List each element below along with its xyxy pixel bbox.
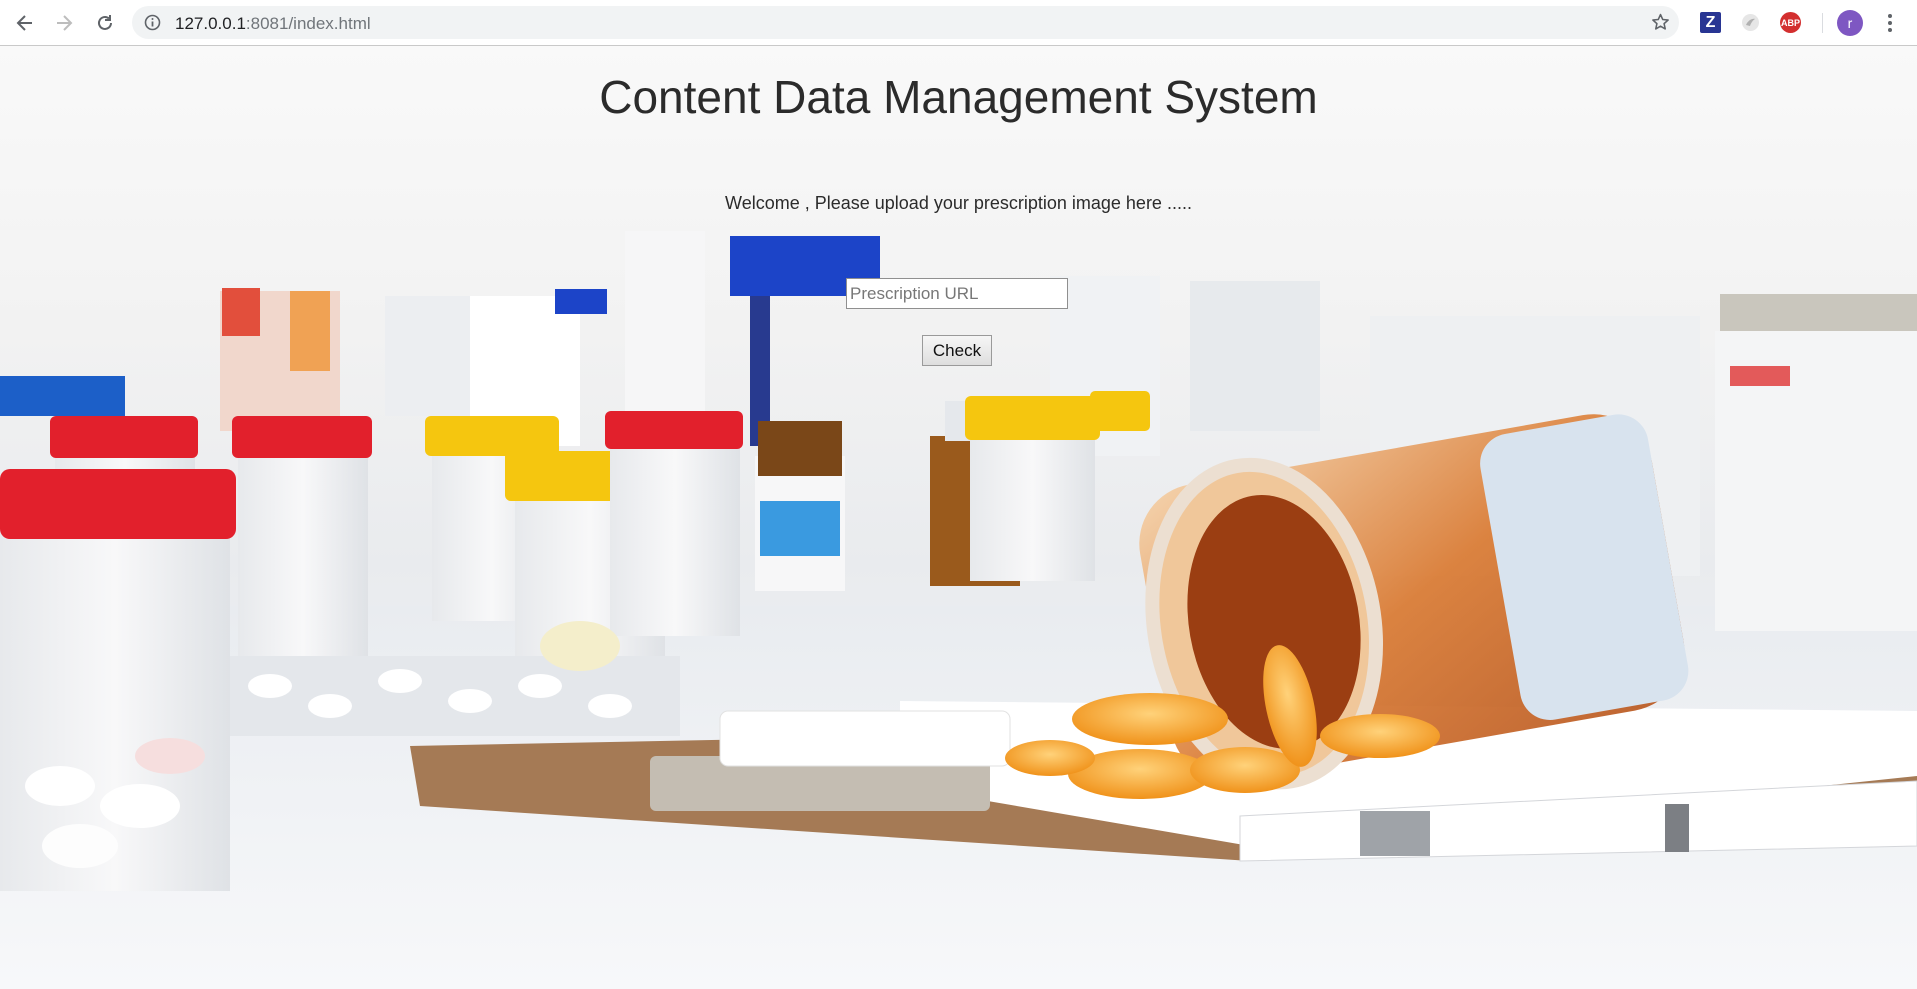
- url-path: :8081/index.html: [245, 14, 371, 33]
- page-content: Content Data Management System Welcome ,…: [0, 46, 1917, 989]
- back-arrow-icon[interactable]: [10, 8, 40, 38]
- toolbar-divider: [1822, 13, 1823, 33]
- address-bar[interactable]: 127.0.0.1:8081/index.html: [132, 6, 1679, 39]
- more-menu-icon[interactable]: [1882, 10, 1898, 36]
- zotero-extension-icon[interactable]: Z: [1700, 12, 1721, 33]
- browser-toolbar: 127.0.0.1:8081/index.html Z ABP r: [0, 0, 1917, 46]
- welcome-message: Welcome , Please upload your prescriptio…: [725, 193, 1192, 213]
- profile-avatar[interactable]: r: [1837, 10, 1863, 36]
- url-text[interactable]: 127.0.0.1:8081/index.html: [175, 14, 371, 34]
- bookmark-star-icon[interactable]: [1650, 12, 1671, 38]
- adblock-extension-icon[interactable]: ABP: [1780, 12, 1801, 33]
- medicine-background-image: [0, 231, 1917, 989]
- forward-arrow-icon[interactable]: [49, 8, 79, 38]
- prescription-url-input[interactable]: [846, 278, 1068, 309]
- check-button[interactable]: Check: [922, 335, 992, 366]
- page-title: Content Data Management System: [599, 71, 1318, 123]
- site-info-icon[interactable]: [144, 14, 161, 36]
- url-host: 127.0.0.1: [175, 14, 246, 33]
- extension-icon[interactable]: [1740, 12, 1761, 33]
- reload-icon[interactable]: [90, 8, 120, 38]
